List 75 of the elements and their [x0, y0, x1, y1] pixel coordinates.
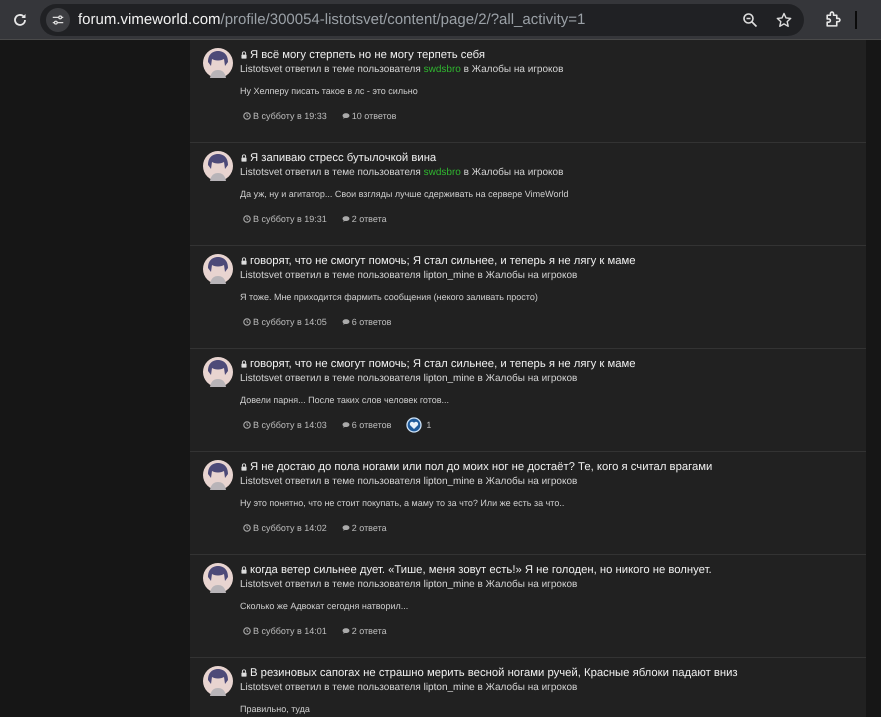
post-time: В субботу в 14:03 — [253, 420, 327, 430]
user-link[interactable]: lipton_mine — [424, 270, 475, 281]
star-icon[interactable] — [776, 12, 792, 28]
avatar[interactable] — [203, 666, 233, 696]
address-bar[interactable]: forum.vimeworld.com/profile/300054-listotsvet/content/page/2/?all_activity=1 — [40, 4, 804, 36]
extensions-icon[interactable] — [824, 11, 841, 28]
reply-count: 2 ответа — [352, 523, 387, 533]
topic-title[interactable]: говорят, что не смогут помочь; Я стал сильнее, и теперь я не лягу к маме — [240, 254, 636, 268]
post-time: В субботу в 14:02 — [253, 523, 327, 533]
activity-line: Listotsvet ответил в теме пользователя lipton_mine в Жалобы на игроков — [240, 476, 578, 487]
reaction-count: 1 — [426, 420, 432, 430]
forum-link[interactable]: Жалобы на игроков — [486, 682, 578, 693]
post-excerpt: Сколько же Адвокат сегодня натворил... — [240, 601, 410, 611]
forum-link[interactable]: Жалобы на игроков — [486, 270, 578, 281]
clock-icon — [243, 112, 251, 120]
post-time: В субботу в 14:01 — [253, 626, 327, 636]
post-excerpt: Правильно, туда — [240, 704, 311, 714]
clock-icon — [243, 318, 251, 326]
activity-line: Listotsvet ответил в теме пользователя lipton_mine в Жалобы на игроков — [240, 682, 578, 693]
topic-title[interactable]: В резиновых сапогах не страшно мерить весной ногами ручей, Красные яблоки падают вниз — [240, 666, 738, 680]
post-excerpt: Да уж, ну и агитатор... Свои взгляды лучше сдерживать на сервере VimeWorld — [240, 189, 568, 199]
avatar[interactable] — [203, 254, 233, 284]
post-time: В субботу в 19:31 — [253, 214, 327, 224]
clock-icon — [243, 627, 251, 635]
forum-link[interactable]: Жалобы на игроков — [486, 579, 578, 590]
forum-link[interactable]: Жалобы на игроков — [486, 373, 578, 384]
reply-count: 2 ответа — [352, 214, 387, 224]
user-link[interactable]: lipton_mine — [424, 373, 475, 384]
heart-reaction-icon — [406, 417, 422, 433]
clock-icon — [243, 421, 251, 429]
forum-link[interactable]: Жалобы на игроков — [472, 167, 564, 178]
comment-icon — [342, 421, 350, 429]
post-time: В субботу в 19:33 — [253, 111, 327, 121]
forum-link[interactable]: Жалобы на игроков — [472, 64, 564, 75]
reply-count: 2 ответа — [352, 626, 387, 636]
comment-icon — [342, 215, 350, 223]
post-excerpt: Я тоже. Мне приходится фармить сообщения (некого заливать просто) — [240, 292, 539, 302]
activity-line: Listotsvet ответил в теме пользователя swdsbro в Жалобы на игроков — [240, 64, 564, 75]
user-link[interactable]: lipton_mine — [424, 476, 475, 487]
clock-icon — [243, 215, 251, 223]
avatar[interactable] — [203, 460, 233, 490]
topic-title[interactable]: Я всё могу стерпеть но не могу терпеть себя — [240, 48, 564, 62]
zoom-icon[interactable] — [742, 12, 758, 28]
forum-link[interactable]: Жалобы на игроков — [486, 476, 578, 487]
user-link[interactable]: swdsbro — [424, 167, 461, 178]
user-link[interactable]: lipton_mine — [424, 579, 475, 590]
topic-title[interactable]: говорят, что не смогут помочь; Я стал сильнее, и теперь я не лягу к маме — [240, 357, 636, 371]
activity-line: Listotsvet ответил в теме пользователя swdsbro в Жалобы на игроков — [240, 167, 564, 178]
reply-count: 6 ответов — [352, 317, 392, 327]
activity-line: Listotsvet ответил в теме пользователя lipton_mine в Жалобы на игроков — [240, 373, 578, 384]
post-excerpt: Ну это понятно, что не стоит покупать, а маму то за что? Или же есть за что.. — [240, 498, 566, 508]
clock-icon — [243, 524, 251, 532]
comment-icon — [342, 627, 350, 635]
reload-icon[interactable] — [12, 12, 28, 28]
user-link[interactable]: lipton_mine — [424, 682, 475, 693]
avatar[interactable] — [203, 48, 233, 78]
avatar[interactable] — [203, 151, 233, 181]
activity-line: Listotsvet ответил в теме пользователя lipton_mine в Жалобы на игроков — [240, 270, 578, 281]
post-excerpt: Довели парня... После таких слов человек готов... — [240, 395, 450, 405]
post-time: В субботу в 14:05 — [253, 317, 327, 327]
url-text: forum.vimeworld.com/profile/300054-listotsvet/content/page/2/?all_activity=1 — [78, 11, 586, 28]
topic-title[interactable]: Я запиваю стресс бутылочкой вина — [240, 151, 568, 165]
reply-count: 6 ответов — [352, 420, 392, 430]
comment-icon — [342, 112, 350, 120]
activity-line: Listotsvet ответил в теме пользователя lipton_mine в Жалобы на игроков — [240, 579, 578, 590]
comment-icon — [342, 318, 350, 326]
topic-title[interactable]: когда ветер сильнее дует. «Тише, меня зовут есть!» Я не голоден, но никого не волнует. — [240, 563, 712, 577]
reply-count: 10 ответов — [352, 111, 396, 121]
user-link[interactable]: swdsbro — [424, 64, 461, 75]
topic-title[interactable]: Я не достаю до пола ногами или пол до моих ног не достаёт? Те, кого я считал врагами — [240, 460, 712, 474]
avatar[interactable] — [203, 563, 233, 593]
site-settings-icon[interactable] — [46, 8, 70, 32]
avatar[interactable] — [203, 357, 233, 387]
post-excerpt: Ну Хелперу писать такое в лс - это сильно — [240, 86, 419, 96]
comment-icon — [342, 524, 350, 532]
